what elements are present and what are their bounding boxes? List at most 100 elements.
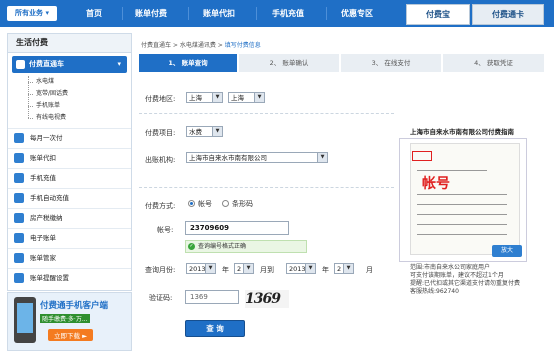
org-label: 出账机构: (145, 156, 176, 164)
region-city-select[interactable]: 上海 ▼ (228, 92, 265, 103)
promo-tagline: 随手缴费·多·万... (40, 314, 90, 323)
query-button[interactable]: 查 询 (185, 320, 245, 337)
step-confirm: 2、 账单确认 (239, 54, 339, 72)
nav-bill-payment[interactable]: 账单付费 (135, 0, 167, 27)
sidebar-item-label: 电子账单 (30, 234, 56, 242)
breadcrumb-current: 填写付费信息 (224, 42, 261, 49)
sidebar-item-label: 房产税缴纳 (30, 214, 63, 222)
car-icon (16, 59, 25, 69)
all-business-menu[interactable]: 所有业务 ▾ (7, 6, 57, 21)
sidebar-item-e-bill[interactable]: 电子账单 (8, 228, 131, 248)
step-query: 1、 账单查询 (139, 54, 237, 72)
method-account-radio[interactable] (188, 200, 195, 207)
zoom-button[interactable]: 放大 (492, 245, 522, 257)
bill-account-highlight (412, 151, 432, 161)
sidebar-item-monthly[interactable]: 每月一次付 (8, 128, 131, 148)
sidebar-item-bill-manager[interactable]: 账单管家 (8, 248, 131, 268)
nav-separator (122, 7, 123, 20)
sidebar-section-direct[interactable]: 付费直通车 ▾ (12, 56, 127, 73)
month-label: 查询月份: (145, 266, 176, 274)
nav-home[interactable]: 首页 (86, 0, 102, 27)
deduction-icon (14, 153, 24, 163)
sidebar: 生活付费 付费直通车 ▾ 水电煤 宽带/固话费 手机账单 有线电视费 每月一次付… (7, 33, 132, 291)
bell-icon (14, 273, 24, 283)
nav-separator (326, 7, 327, 20)
dropdown-arrow-icon: ▼ (254, 93, 264, 102)
account-input[interactable]: 23709609 (185, 221, 289, 235)
bill-line (417, 204, 507, 205)
bill-line (417, 214, 507, 215)
sidebar-item-deduction[interactable]: 账单代扣 (8, 148, 131, 168)
method-label: 付费方式: (145, 202, 176, 210)
guide-text-line: 可支付该期账单，建议不超过1个月 (410, 272, 504, 279)
house-icon (14, 213, 24, 223)
guide-text-line: 提醒:已代扣或其它渠道支付请勿重复付费 (410, 280, 521, 287)
captcha-input[interactable]: 1369 (185, 290, 239, 304)
captcha-image[interactable]: 1369 (245, 290, 289, 308)
guide-text-line: 客服热线:962740 (410, 288, 459, 295)
sidebar-subitem-cable-tv[interactable]: 有线电视费 (28, 112, 131, 124)
nav-bill-deduction[interactable]: 账单代扣 (203, 0, 235, 27)
dropdown-arrow-icon: ▼ (212, 93, 222, 102)
bill-line (417, 234, 507, 235)
sidebar-item-bill-reminder[interactable]: 账单提醒设置 (8, 268, 131, 288)
download-button[interactable]: 立即下载 ► (48, 329, 94, 341)
from-year-select[interactable]: 2013 ▼ (186, 263, 216, 274)
captcha-label: 验证码: (149, 294, 173, 302)
region-province-select[interactable]: 上海 ▼ (186, 92, 223, 103)
sidebar-item-property-tax[interactable]: 房产税缴纳 (8, 208, 131, 228)
nav-mobile-recharge[interactable]: 手机充值 (272, 0, 304, 27)
from-year-unit: 年 (222, 266, 229, 274)
nav-separator (256, 7, 257, 20)
from-month-select[interactable]: 2 ▼ (234, 263, 254, 274)
breadcrumb-item[interactable]: 水电煤通讯费 (180, 42, 216, 49)
org-select[interactable]: 上海市自来水市南有限公司 ▼ (186, 152, 328, 163)
bill-sample-image[interactable]: 帐号 放大 (399, 138, 527, 262)
step-receipt: 4、 获取凭证 (443, 54, 544, 72)
document-icon (14, 233, 24, 243)
dropdown-arrow-icon: ▼ (205, 264, 215, 273)
sidebar-item-label: 账单管家 (30, 254, 56, 262)
region-label: 付费地区: (145, 95, 176, 103)
sidebar-item-mobile-recharge[interactable]: 手机充值 (8, 168, 131, 188)
item-select[interactable]: 水费 ▼ (186, 126, 223, 137)
bill-line (417, 194, 507, 195)
account-validation-message: ✓ 查询编号格式正确 (185, 240, 307, 253)
sidebar-item-label: 手机自动充值 (30, 194, 69, 202)
sidebar-subtree: 水电煤 宽带/固话费 手机账单 有线电视费 (28, 76, 131, 124)
top-nav: 所有业务 ▾ 首页 账单付费 账单代扣 手机充值 优惠专区 付费宝 付费通卡 (0, 0, 554, 27)
sidebar-item-label: 每月一次付 (30, 134, 63, 142)
dropdown-arrow-icon: ▼ (317, 153, 327, 162)
breadcrumb-item[interactable]: 付费直通车 (141, 42, 171, 49)
item-label: 付费项目: (145, 129, 176, 137)
section-divider (139, 187, 394, 188)
sidebar-item-label: 手机充值 (30, 174, 56, 182)
to-year-unit: 年 (322, 266, 329, 274)
app-promo-banner[interactable]: 付费通手机客户端 随手缴费·多·万... 立即下载 ► (7, 292, 132, 351)
bill-account-mark: 帐号 (422, 176, 450, 192)
dropdown-arrow-icon: ▼ (343, 264, 353, 273)
to-month-unit: 月 (366, 266, 373, 274)
method-barcode-radio[interactable] (222, 200, 229, 207)
promo-title: 付费通手机客户端 (40, 301, 109, 311)
sidebar-subitem-mobile-bill[interactable]: 手机账单 (28, 100, 131, 112)
phone-icon (14, 173, 24, 183)
method-barcode-label: 条形码 (232, 200, 253, 208)
to-month-select[interactable]: 2 ▼ (334, 263, 354, 274)
sidebar-item-label: 账单提醒设置 (30, 274, 69, 282)
auto-phone-icon (14, 193, 24, 203)
to-year-select[interactable]: 2013 ▼ (286, 263, 316, 274)
sidebar-section-label: 付费直通车 (29, 60, 64, 68)
sidebar-item-auto-recharge[interactable]: 手机自动充值 (8, 188, 131, 208)
dropdown-arrow-icon: ▼ (243, 264, 253, 273)
phone-image (14, 297, 36, 343)
calendar-icon (14, 133, 24, 143)
fufeitong-card-button[interactable]: 付费通卡 (472, 4, 544, 25)
section-divider (139, 113, 394, 114)
dropdown-arrow-icon: ▼ (212, 127, 222, 136)
step-progress: 1、 账单查询 2、 账单确认 3、 在线支付 4、 获取凭证 (139, 54, 544, 72)
fufeibao-button[interactable]: 付费宝 (406, 4, 470, 25)
sidebar-subitem-utilities[interactable]: 水电煤 (28, 76, 131, 88)
nav-promotions[interactable]: 优惠专区 (341, 0, 373, 27)
sidebar-subitem-broadband[interactable]: 宽带/固话费 (28, 88, 131, 100)
